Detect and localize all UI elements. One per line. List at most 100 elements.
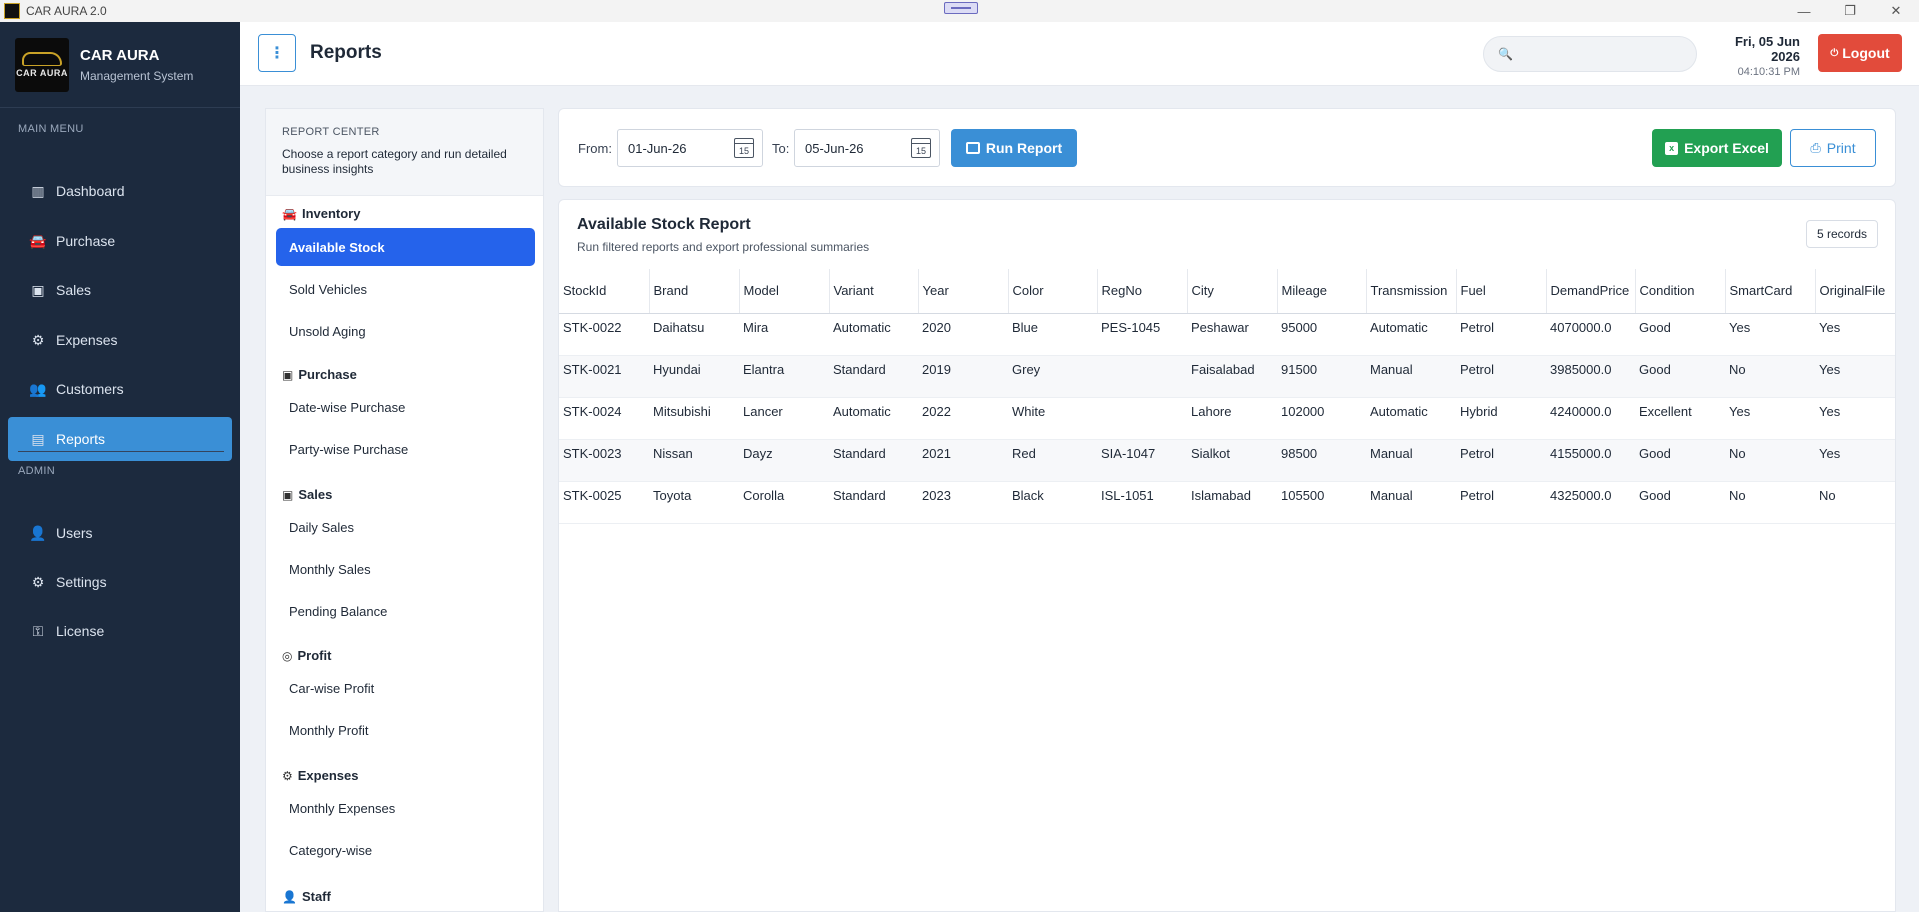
stock-table: StockId Brand Model Variant Year Color RegNo Ci… bbox=[559, 269, 1895, 524]
report-item-pending-balance[interactable]: Pending Balance bbox=[276, 592, 535, 630]
column-header-regno[interactable]: RegNo bbox=[1097, 269, 1188, 314]
cell-fuel: Hybrid bbox=[1456, 397, 1546, 440]
sidebar-item-label: Expenses bbox=[56, 332, 118, 348]
calendar-icon[interactable]: 15 bbox=[734, 138, 754, 158]
from-date-input[interactable]: 01-Jun-26 15 bbox=[617, 129, 763, 167]
cell-model: Elantra bbox=[739, 355, 829, 398]
close-button[interactable]: ✕ bbox=[1873, 0, 1919, 22]
report-item-monthly-expenses[interactable]: Monthly Expenses bbox=[276, 789, 535, 827]
table-row[interactable]: STK-0024 Mitsubishi Lancer Automatic 2022 Whi… bbox=[559, 397, 1895, 440]
column-header-stockid[interactable]: StockId bbox=[559, 269, 650, 314]
cell-model: Dayz bbox=[739, 439, 829, 482]
print-button[interactable]: ⎙ Print bbox=[1790, 129, 1876, 167]
window-title: CAR AURA 2.0 bbox=[26, 4, 107, 18]
calendar-icon[interactable]: 15 bbox=[911, 138, 931, 158]
logo-text: CAR AURA bbox=[16, 67, 68, 78]
report-subtitle: Run filtered reports and export professi… bbox=[577, 240, 870, 254]
sidebar-item-label: Dashboard bbox=[56, 183, 125, 199]
cell-originalfile: No bbox=[1815, 481, 1895, 524]
cell-condition: Excellent bbox=[1635, 397, 1725, 440]
sidebar-item-settings[interactable]: ⚙ Settings bbox=[8, 560, 232, 604]
table-row[interactable]: STK-0023 Nissan Dayz Standard 2021 Red SIA-104… bbox=[559, 439, 1895, 482]
sidebar-item-expenses[interactable]: ⚙ Expenses bbox=[8, 318, 232, 362]
menu-toggle-button[interactable]: ⋮ bbox=[258, 34, 296, 72]
report-item-daily-sales[interactable]: Daily Sales bbox=[276, 508, 535, 546]
cell-brand: Hyundai bbox=[649, 355, 739, 398]
minimize-button[interactable]: — bbox=[1781, 0, 1827, 22]
report-item-category-wise[interactable]: Category-wise bbox=[276, 831, 535, 869]
cell-transmission: Manual bbox=[1366, 355, 1456, 398]
cell-regno: PES-1045 bbox=[1097, 313, 1187, 356]
column-header-demandprice[interactable]: DemandPrice bbox=[1546, 269, 1636, 314]
excel-icon: x bbox=[1665, 141, 1679, 155]
cell-demandprice: 4155000.0 bbox=[1546, 439, 1635, 482]
column-header-city[interactable]: City bbox=[1187, 269, 1278, 314]
report-item-unsold-aging[interactable]: Unsold Aging bbox=[276, 312, 535, 350]
export-excel-button[interactable]: x Export Excel bbox=[1652, 129, 1782, 167]
staff-icon: 👤 bbox=[282, 889, 297, 904]
cell-demandprice: 4240000.0 bbox=[1546, 397, 1635, 440]
search-box[interactable]: 🔍 bbox=[1483, 36, 1697, 72]
window-controls: — ❐ ✕ bbox=[1781, 0, 1919, 22]
sidebar-item-license[interactable]: ⚿ License bbox=[8, 609, 232, 653]
cell-city: Islamabad bbox=[1187, 481, 1277, 524]
sidebar-item-purchase[interactable]: 🚘 Purchase bbox=[8, 219, 232, 263]
cell-originalfile: Yes bbox=[1815, 439, 1895, 482]
window-drag-handle[interactable] bbox=[944, 2, 978, 14]
report-item-party-wise-purchase[interactable]: Party-wise Purchase bbox=[276, 430, 535, 468]
records-count-badge: 5 records bbox=[1806, 220, 1878, 248]
column-header-condition[interactable]: Condition bbox=[1635, 269, 1726, 314]
table-row[interactable]: STK-0025 Toyota Corolla Standard 2023 Black IS… bbox=[559, 481, 1895, 524]
sidebar-item-label: Sales bbox=[56, 282, 92, 298]
column-header-fuel[interactable]: Fuel bbox=[1456, 269, 1547, 314]
sidebar-item-dashboard[interactable]: ▥ Dashboard bbox=[8, 169, 232, 213]
search-input[interactable] bbox=[1518, 46, 1689, 62]
sidebar-item-users[interactable]: 👤 Users bbox=[8, 511, 232, 555]
category-staff: 👤 Staff bbox=[282, 889, 331, 904]
logout-button[interactable]: ⏻ Logout bbox=[1818, 34, 1902, 72]
sidebar-item-reports[interactable]: ▤ Reports bbox=[8, 417, 232, 461]
customers-icon: 👥 bbox=[29, 380, 47, 397]
table-row[interactable]: STK-0022 Daihatsu Mira Automatic 2020 Blue PES… bbox=[559, 313, 1895, 356]
report-item-car-wise-profit[interactable]: Car-wise Profit bbox=[276, 669, 535, 707]
report-item-date-wise-purchase[interactable]: Date-wise Purchase bbox=[276, 388, 535, 426]
table-row[interactable]: STK-0021 Hyundai Elantra Standard 2019 Grey Fa… bbox=[559, 355, 1895, 398]
sales-icon: ▣ bbox=[31, 281, 45, 298]
column-header-model[interactable]: Model bbox=[739, 269, 830, 314]
report-item-monthly-sales[interactable]: Monthly Sales bbox=[276, 550, 535, 588]
category-label: Staff bbox=[301, 889, 331, 904]
cell-smartcard: No bbox=[1725, 439, 1815, 482]
cell-model: Mira bbox=[739, 313, 829, 356]
column-header-originalfile[interactable]: OriginalFile bbox=[1815, 269, 1895, 314]
column-header-smartcard[interactable]: SmartCard bbox=[1725, 269, 1816, 314]
column-header-mileage[interactable]: Mileage bbox=[1277, 269, 1367, 314]
column-header-brand[interactable]: Brand bbox=[649, 269, 740, 314]
cell-transmission: Automatic bbox=[1366, 313, 1456, 356]
cell-stockid: STK-0023 bbox=[559, 439, 649, 482]
cell-mileage: 105500 bbox=[1277, 481, 1366, 524]
to-date-input[interactable]: 05-Jun-26 15 bbox=[794, 129, 940, 167]
sidebar: CAR AURA CAR AURA Management System MAIN… bbox=[0, 22, 240, 912]
sidebar-item-customers[interactable]: 👥 Customers bbox=[8, 367, 232, 411]
column-header-transmission[interactable]: Transmission bbox=[1366, 269, 1457, 314]
report-item-sold-vehicles[interactable]: Sold Vehicles bbox=[276, 270, 535, 308]
sales-icon: ▣ bbox=[282, 487, 294, 502]
run-report-label: Run Report bbox=[985, 140, 1063, 156]
report-item-available-stock[interactable]: Available Stock bbox=[276, 228, 535, 266]
column-header-variant[interactable]: Variant bbox=[829, 269, 919, 314]
cell-year: 2020 bbox=[918, 313, 1008, 356]
cell-variant: Automatic bbox=[829, 313, 918, 356]
report-center-title: REPORT CENTER bbox=[282, 126, 380, 138]
cell-originalfile: Yes bbox=[1815, 355, 1895, 398]
run-report-button[interactable]: Run Report bbox=[951, 129, 1077, 167]
column-header-color[interactable]: Color bbox=[1008, 269, 1098, 314]
top-header: ⋮ Reports 🔍 Fri, 05 Jun 2026 04:10:31 PM… bbox=[240, 22, 1919, 86]
column-header-year[interactable]: Year bbox=[918, 269, 1009, 314]
report-item-monthly-profit[interactable]: Monthly Profit bbox=[276, 711, 535, 749]
sidebar-item-sales[interactable]: ▣ Sales bbox=[8, 268, 232, 312]
cell-regno: ISL-1051 bbox=[1097, 481, 1187, 524]
sidebar-item-label: Purchase bbox=[56, 233, 116, 249]
restore-button[interactable]: ❐ bbox=[1827, 0, 1873, 22]
category-label: Purchase bbox=[298, 367, 357, 382]
cell-mileage: 98500 bbox=[1277, 439, 1366, 482]
